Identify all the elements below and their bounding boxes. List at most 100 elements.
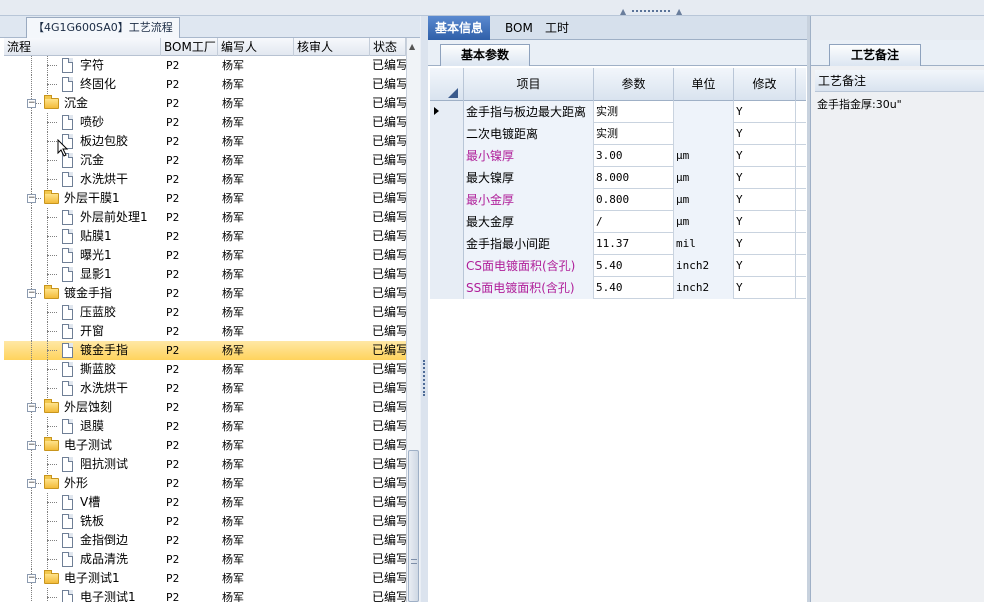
row-header[interactable]	[430, 167, 464, 189]
tree-row[interactable]: 终固化 P2 杨军 已编写	[4, 75, 406, 94]
scroll-up-arrow-icon[interactable]: ▲	[409, 42, 415, 51]
collapse-toggle-icon[interactable]: −	[27, 479, 36, 488]
param-unit-cell[interactable]: μm	[674, 145, 734, 167]
tree-row[interactable]: 贴膜1 P2 杨军 已编写	[4, 227, 406, 246]
params-row[interactable]: 金手指最小间距 11.37 mil Y	[430, 233, 806, 255]
tree-row[interactable]: − 镀金手指 P2 杨军 已编写	[4, 284, 406, 303]
collapse-toggle-icon[interactable]: −	[27, 194, 36, 203]
param-unit-cell[interactable]: μm	[674, 189, 734, 211]
param-unit-cell[interactable]: μm	[674, 211, 734, 233]
collapse-arrow-icon[interactable]: ▲	[620, 8, 626, 16]
params-row[interactable]: 最小金厚 0.800 μm Y	[430, 189, 806, 211]
tree-row[interactable]: − 电子测试 P2 杨军 已编写	[4, 436, 406, 455]
row-header[interactable]	[430, 145, 464, 167]
tree-row[interactable]: 水洗烘干 P2 杨军 已编写	[4, 379, 406, 398]
param-modify-cell[interactable]: Y	[734, 145, 796, 167]
param-value-cell[interactable]: 11.37	[594, 233, 674, 255]
column-header-item[interactable]: 项目	[464, 68, 594, 101]
param-modify-cell[interactable]: Y	[734, 277, 796, 299]
tree-row[interactable]: 退膜 P2 杨军 已编写	[4, 417, 406, 436]
param-name-cell[interactable]: 二次电镀距离	[464, 123, 594, 145]
tab-work-hours[interactable]: 工时	[538, 16, 576, 40]
param-value-cell[interactable]: 实测	[594, 123, 674, 145]
param-name-cell[interactable]: CS面电镀面积(含孔)	[464, 255, 594, 277]
collapse-arrow-icon[interactable]: ▲	[676, 8, 682, 16]
tree-row[interactable]: 外层前处理1 P2 杨军 已编写	[4, 208, 406, 227]
param-modify-cell[interactable]: Y	[734, 255, 796, 277]
tab-basic-info[interactable]: 基本信息	[428, 16, 491, 40]
param-modify-cell[interactable]: Y	[734, 233, 796, 255]
tree-row[interactable]: 显影1 P2 杨军 已编写	[4, 265, 406, 284]
tree-row[interactable]: 镀金手指 P2 杨军 已编写	[4, 341, 406, 360]
tree-row[interactable]: V槽 P2 杨军 已编写	[4, 493, 406, 512]
param-value-cell[interactable]: 8.000	[594, 167, 674, 189]
tree-row[interactable]: 开窗 P2 杨军 已编写	[4, 322, 406, 341]
row-header[interactable]	[430, 101, 464, 123]
column-header-unit[interactable]: 单位	[674, 68, 734, 101]
param-modify-cell[interactable]: Y	[734, 167, 796, 189]
param-unit-cell[interactable]: μm	[674, 167, 734, 189]
param-name-cell[interactable]: 金手指与板边最大距离	[464, 101, 594, 123]
collapse-toggle-icon[interactable]: −	[27, 574, 36, 583]
tab-process-remarks[interactable]: 工艺备注	[829, 44, 921, 66]
param-modify-cell[interactable]: Y	[734, 211, 796, 233]
param-unit-cell[interactable]: inch2	[674, 255, 734, 277]
row-header[interactable]	[430, 211, 464, 233]
tree-row[interactable]: 电子测试1 P2 杨军 已编写	[4, 588, 406, 602]
column-header-status[interactable]: 状态	[370, 38, 406, 56]
params-row[interactable]: 二次电镀距离 实测 Y	[430, 123, 806, 145]
param-modify-cell[interactable]: Y	[734, 123, 796, 145]
grid-corner[interactable]	[430, 68, 464, 101]
params-row[interactable]: 金手指与板边最大距离 实测 Y	[430, 101, 806, 123]
param-name-cell[interactable]: 最大金厚	[464, 211, 594, 233]
param-value-cell[interactable]: 实测	[594, 101, 674, 123]
tree-row[interactable]: 字符 P2 杨军 已编写	[4, 56, 406, 75]
left-splitter[interactable]	[421, 16, 428, 602]
column-header-reviewer[interactable]: 核审人	[294, 38, 370, 56]
param-unit-cell[interactable]: mil	[674, 233, 734, 255]
param-name-cell[interactable]: SS面电镀面积(含孔)	[464, 277, 594, 299]
params-row[interactable]: 最小镍厚 3.00 μm Y	[430, 145, 806, 167]
params-row[interactable]: 最大镍厚 8.000 μm Y	[430, 167, 806, 189]
param-unit-cell[interactable]: inch2	[674, 277, 734, 299]
param-name-cell[interactable]: 最大镍厚	[464, 167, 594, 189]
tree-vertical-scrollbar[interactable]: ▲	[406, 38, 420, 602]
param-value-cell[interactable]: 5.40	[594, 255, 674, 277]
tree-row[interactable]: − 沉金 P2 杨军 已编写	[4, 94, 406, 113]
process-tree-title[interactable]: 【4G1G600SA0】工艺流程	[26, 17, 180, 38]
param-name-cell[interactable]: 最小镍厚	[464, 145, 594, 167]
param-value-cell[interactable]: 5.40	[594, 277, 674, 299]
params-row[interactable]: 最大金厚 / μm Y	[430, 211, 806, 233]
tree-row[interactable]: 喷砂 P2 杨军 已编写	[4, 113, 406, 132]
tree-row[interactable]: − 外形 P2 杨军 已编写	[4, 474, 406, 493]
scrollbar-thumb[interactable]	[408, 450, 419, 602]
param-value-cell[interactable]: 0.800	[594, 189, 674, 211]
param-value-cell[interactable]: /	[594, 211, 674, 233]
column-header-author[interactable]: 编写人	[218, 38, 294, 56]
param-value-cell[interactable]: 3.00	[594, 145, 674, 167]
row-header[interactable]	[430, 189, 464, 211]
tree-row[interactable]: 金指倒边 P2 杨军 已编写	[4, 531, 406, 550]
collapse-toggle-icon[interactable]: −	[27, 289, 36, 298]
column-header-process[interactable]: 流程	[4, 38, 161, 56]
tree-row[interactable]: 压蓝胶 P2 杨军 已编写	[4, 303, 406, 322]
param-unit-cell[interactable]	[674, 123, 734, 145]
top-splitter[interactable]: ▲ ▲	[0, 0, 984, 16]
tree-row[interactable]: 成品清洗 P2 杨军 已编写	[4, 550, 406, 569]
tree-row[interactable]: 铣板 P2 杨军 已编写	[4, 512, 406, 531]
tab-basic-params[interactable]: 基本参数	[440, 44, 530, 66]
tree-row[interactable]: 阻抗测试 P2 杨军 已编写	[4, 455, 406, 474]
tree-row[interactable]: − 电子测试1 P2 杨军 已编写	[4, 569, 406, 588]
tree-row[interactable]: − 外层干膜1 P2 杨军 已编写	[4, 189, 406, 208]
param-modify-cell[interactable]: Y	[734, 101, 796, 123]
row-header[interactable]	[430, 255, 464, 277]
tree-row[interactable]: − 外层蚀刻 P2 杨军 已编写	[4, 398, 406, 417]
column-header-bom[interactable]: BOM工厂	[161, 38, 218, 56]
param-unit-cell[interactable]	[674, 101, 734, 123]
collapse-toggle-icon[interactable]: −	[27, 99, 36, 108]
tab-bom[interactable]: BOM	[498, 16, 540, 40]
param-modify-cell[interactable]: Y	[734, 189, 796, 211]
collapse-toggle-icon[interactable]: −	[27, 441, 36, 450]
tree-row[interactable]: 撕蓝胶 P2 杨军 已编写	[4, 360, 406, 379]
column-header-value[interactable]: 参数	[594, 68, 674, 101]
